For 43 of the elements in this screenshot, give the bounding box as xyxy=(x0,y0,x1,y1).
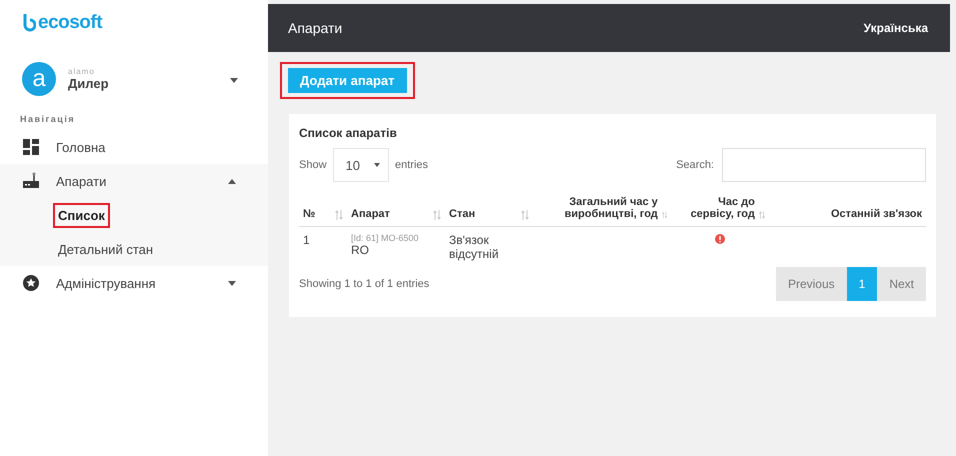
user-role: Дилер xyxy=(68,76,110,91)
status-text: Зв'язок відсутній xyxy=(449,233,499,261)
column-header[interactable]: Час до сервісу, год xyxy=(675,196,755,220)
nav-subitem[interactable]: Список xyxy=(55,204,108,226)
table-info: Showing 1 to 1 of 1 entries xyxy=(299,278,430,290)
language-selector[interactable]: Українська xyxy=(864,21,928,35)
device-id: [Id: 61] MO-6500 xyxy=(351,233,420,243)
logo-text: ecosoft xyxy=(38,12,102,34)
page-title: Апарати xyxy=(288,20,342,36)
caret-icon[interactable] xyxy=(228,178,236,184)
column-header[interactable]: Загальний час у виробництві, год xyxy=(537,196,658,220)
logo-drop-icon xyxy=(22,14,36,32)
nav-item[interactable]: Апарати xyxy=(56,174,228,188)
caret-icon[interactable] xyxy=(228,280,236,286)
search-label: Search: xyxy=(676,159,714,171)
pagination-button[interactable]: Next xyxy=(877,267,926,301)
router-icon xyxy=(22,172,40,190)
dashboard-icon xyxy=(23,139,39,155)
sort-icon[interactable] xyxy=(335,210,343,220)
card-title: Список апаратів xyxy=(299,126,398,140)
column-header[interactable]: Стан xyxy=(449,208,476,220)
search-field[interactable] xyxy=(722,148,926,182)
sort-icon[interactable] xyxy=(662,210,667,220)
caret-icon[interactable] xyxy=(230,78,238,83)
entries-select[interactable]: 10 xyxy=(332,148,389,182)
entries-label: entries xyxy=(395,159,428,171)
nav-subitem[interactable]: Детальний стан xyxy=(55,238,156,260)
column-header[interactable]: Апарат xyxy=(351,208,390,220)
pagination-button[interactable]: Previous xyxy=(776,267,847,301)
caret-icon[interactable] xyxy=(374,163,380,167)
sort-icon[interactable] xyxy=(758,210,765,220)
device-name: RO xyxy=(351,243,369,257)
nav-item[interactable]: Адміністрування xyxy=(56,276,228,290)
star-circle-icon xyxy=(23,275,39,291)
show-label: Show xyxy=(299,159,327,171)
nav-item[interactable]: Головна xyxy=(56,140,236,154)
column-header[interactable]: Останній зв'язок xyxy=(830,208,922,220)
column-header[interactable]: № xyxy=(303,208,316,220)
sort-icon[interactable] xyxy=(521,210,529,220)
user-login: alamo xyxy=(68,67,96,76)
row-number: 1 xyxy=(303,233,310,247)
sort-icon[interactable] xyxy=(433,210,441,220)
section-title: Навігація xyxy=(19,113,76,126)
